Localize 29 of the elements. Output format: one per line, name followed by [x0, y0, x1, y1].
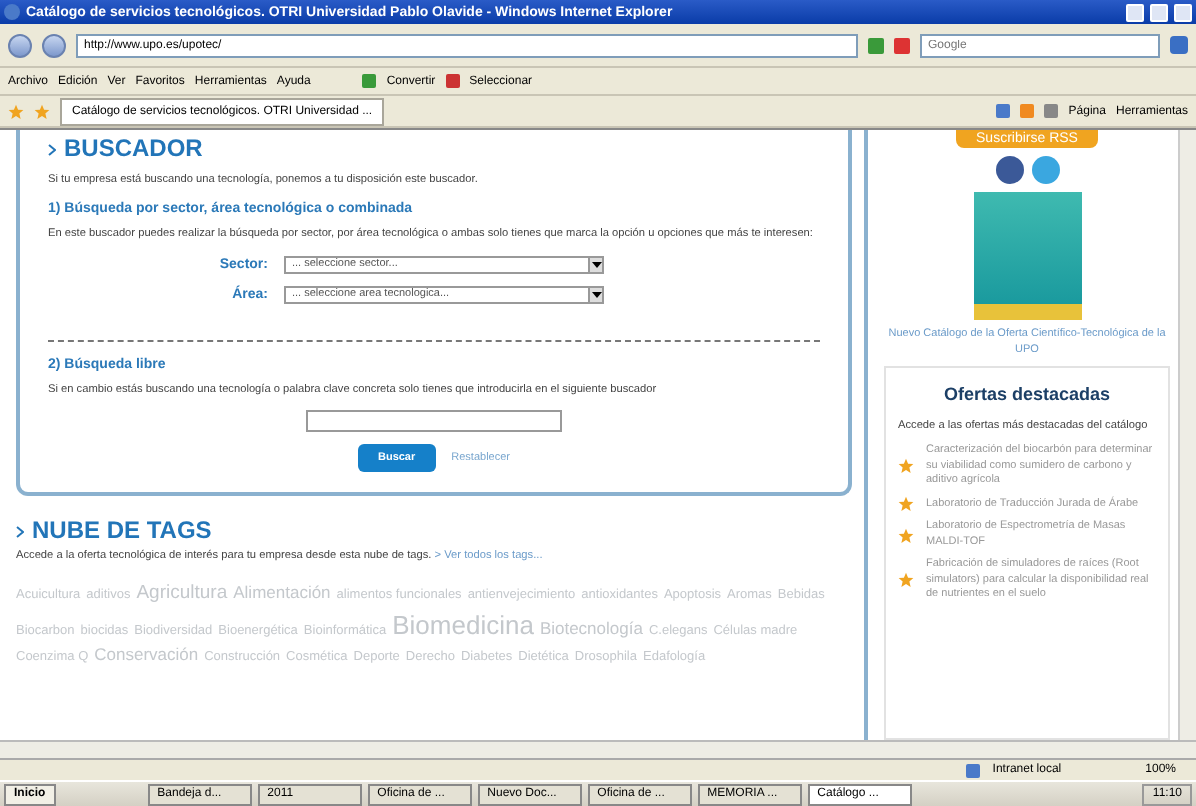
caret-icon	[591, 261, 601, 268]
tag-link[interactable]: Conservación	[94, 643, 199, 667]
scrollbar[interactable]	[0, 740, 1196, 758]
card-title: Ofertas destacadas	[941, 384, 1113, 405]
section-title: BUSCADOR	[48, 134, 820, 162]
chevron-icon	[48, 143, 56, 156]
tag-link[interactable]: Biotecnología	[539, 618, 643, 642]
tag-link[interactable]: Agricultura	[136, 582, 228, 609]
back-button[interactable]	[8, 33, 32, 57]
forward-button[interactable]	[42, 33, 66, 57]
star-icon	[898, 527, 914, 544]
section-title: NUBE DE TAGS	[16, 516, 852, 545]
scrollbar[interactable]	[1178, 130, 1196, 740]
close-button[interactable]	[1174, 3, 1192, 21]
star-icon	[8, 103, 24, 119]
star-icon	[898, 496, 914, 513]
catalog-cover[interactable]	[973, 192, 1081, 320]
chevron-icon	[16, 526, 24, 539]
tag-link[interactable]: Alimentación	[233, 582, 331, 606]
command-icon	[445, 74, 460, 88]
maximize-button[interactable]	[1150, 3, 1168, 21]
command-icon	[362, 74, 377, 88]
star-icon	[898, 572, 914, 589]
input-field[interactable]	[306, 410, 562, 433]
minimize-button[interactable]	[1126, 3, 1144, 21]
star-icon	[898, 458, 914, 475]
star-icon	[34, 103, 50, 119]
caret-icon	[591, 291, 601, 298]
tag-link[interactable]: Biomedicina	[392, 608, 534, 644]
